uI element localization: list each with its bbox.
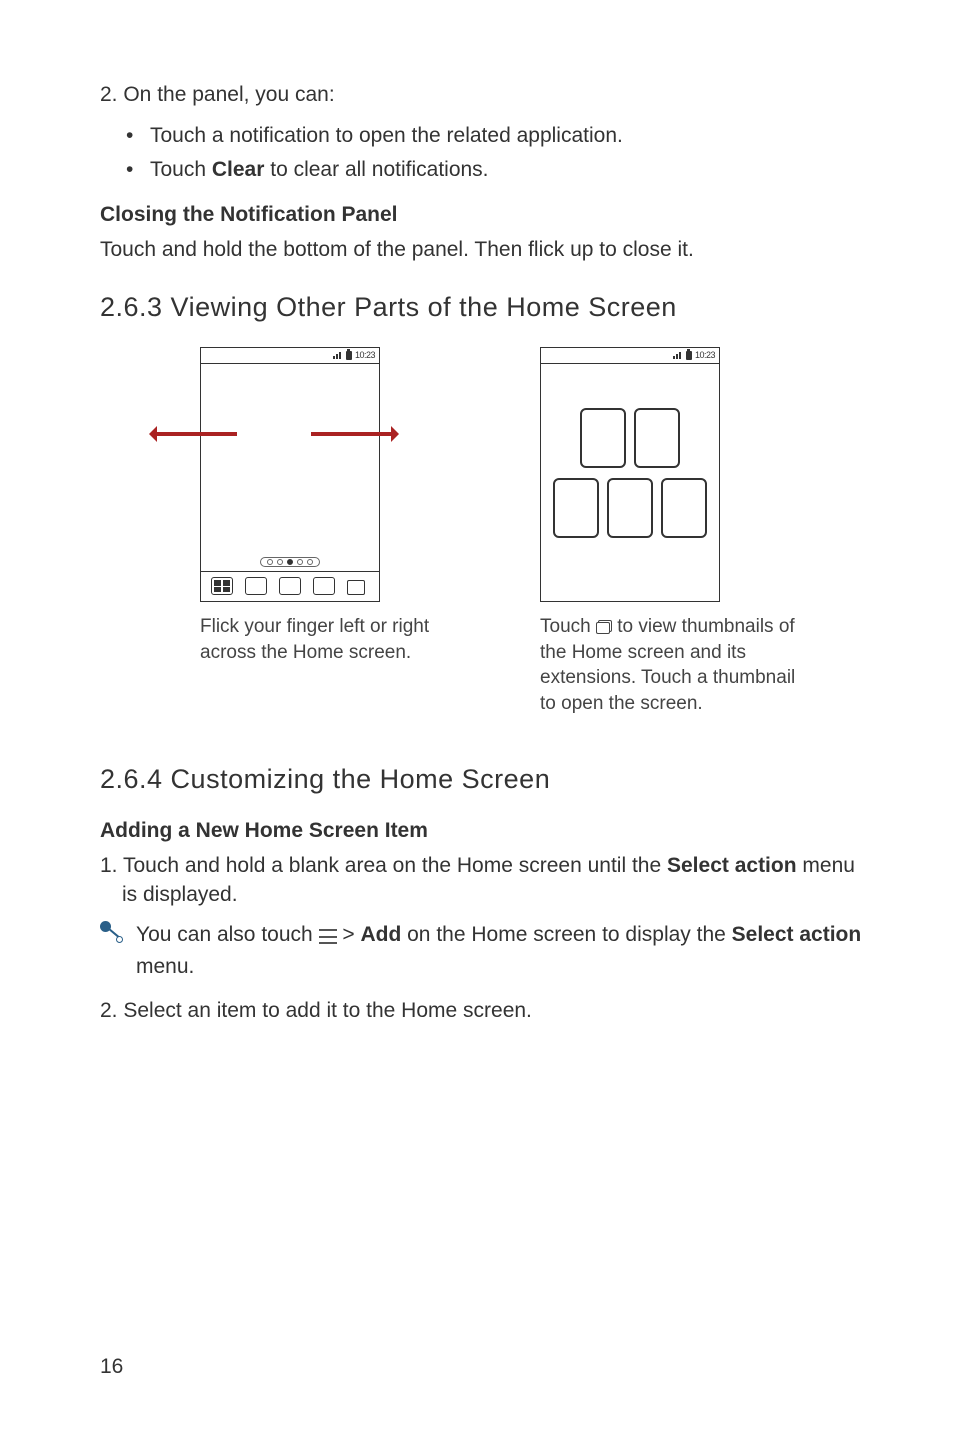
- thumbnail-grid: [541, 408, 719, 538]
- tip-text: You can also touch > Add on the Home scr…: [136, 919, 864, 982]
- figure-flick: 10:23: [200, 347, 470, 736]
- thumbnails-icon: [596, 620, 612, 634]
- dock: [201, 571, 379, 601]
- text-fragment: Touch: [540, 616, 596, 637]
- bullet-clear-notifications: Touch Clear to clear all notifications.: [150, 153, 864, 187]
- closing-panel-paragraph: Touch and hold the bottom of the panel. …: [100, 235, 864, 264]
- home-thumbnail: [634, 408, 680, 468]
- status-bar: 10:23: [201, 348, 379, 364]
- home-thumbnail: [607, 478, 653, 538]
- section-263-heading: 2.6.3 Viewing Other Parts of the Home Sc…: [100, 292, 864, 323]
- dock-slot: [313, 577, 335, 595]
- adding-item-heading: Adding a New Home Screen Item: [100, 819, 864, 843]
- figure-thumbnails: 10:23 Touch to view thumbnails of the Ho…: [540, 347, 810, 736]
- home-thumbnail: [580, 408, 626, 468]
- caption-flick: Flick your finger left or right across t…: [200, 614, 470, 665]
- step-2-select-item: 2. Select an item to add it to the Home …: [100, 996, 864, 1025]
- home-thumbnail: [553, 478, 599, 538]
- battery-icon: [346, 351, 352, 360]
- text-fragment: 1. Touch and hold a blank area on the Ho…: [100, 854, 667, 877]
- dock-slot: [279, 577, 301, 595]
- text-fragment: to clear all notifications.: [264, 158, 488, 181]
- text-fragment: >: [337, 923, 361, 946]
- caption-thumbnails: Touch to view thumbnails of the Home scr…: [540, 614, 810, 717]
- arrow-left-icon: [151, 432, 237, 436]
- step-1-touch-hold: 1. Touch and hold a blank area on the Ho…: [100, 851, 864, 910]
- dock-area: [201, 557, 379, 601]
- figures-row: 10:23: [100, 347, 864, 736]
- signal-icon: [333, 351, 343, 359]
- phone-thumbnails-screen: 10:23: [540, 347, 720, 602]
- text-fragment: Touch: [150, 158, 212, 181]
- step-2-intro: 2. On the panel, you can:: [100, 80, 864, 109]
- text-fragment: on the Home screen to display the: [401, 923, 731, 946]
- tip-icon: [100, 921, 126, 947]
- status-bar: 10:23: [541, 348, 719, 364]
- dock-slot: [245, 577, 267, 595]
- select-action-label: Select action: [667, 854, 797, 877]
- phone-home-screen: 10:23: [200, 347, 380, 602]
- panel-actions-list: Touch a notification to open the related…: [100, 119, 864, 186]
- apps-grid-icon: [211, 577, 233, 595]
- tip-block: You can also touch > Add on the Home scr…: [100, 919, 864, 982]
- home-thumbnail: [661, 478, 707, 538]
- arrow-right-icon: [311, 432, 397, 436]
- status-time: 10:23: [355, 350, 375, 360]
- closing-panel-heading: Closing the Notification Panel: [100, 203, 864, 227]
- bullet-open-notification: Touch a notification to open the related…: [150, 119, 864, 153]
- battery-icon: [686, 351, 692, 360]
- signal-icon: [673, 351, 683, 359]
- page-number: 16: [100, 1355, 123, 1379]
- swipe-arrows: [151, 432, 397, 436]
- add-label: Add: [360, 923, 401, 946]
- clear-label: Clear: [212, 158, 265, 181]
- text-fragment: menu.: [136, 955, 194, 978]
- select-action-label: Select action: [732, 923, 862, 946]
- thumbnails-icon: [347, 577, 369, 595]
- status-time: 10:23: [695, 350, 715, 360]
- page-indicator: [260, 557, 320, 567]
- section-264-heading: 2.6.4 Customizing the Home Screen: [100, 764, 864, 795]
- menu-icon: [319, 929, 337, 944]
- text-fragment: You can also touch: [136, 923, 319, 946]
